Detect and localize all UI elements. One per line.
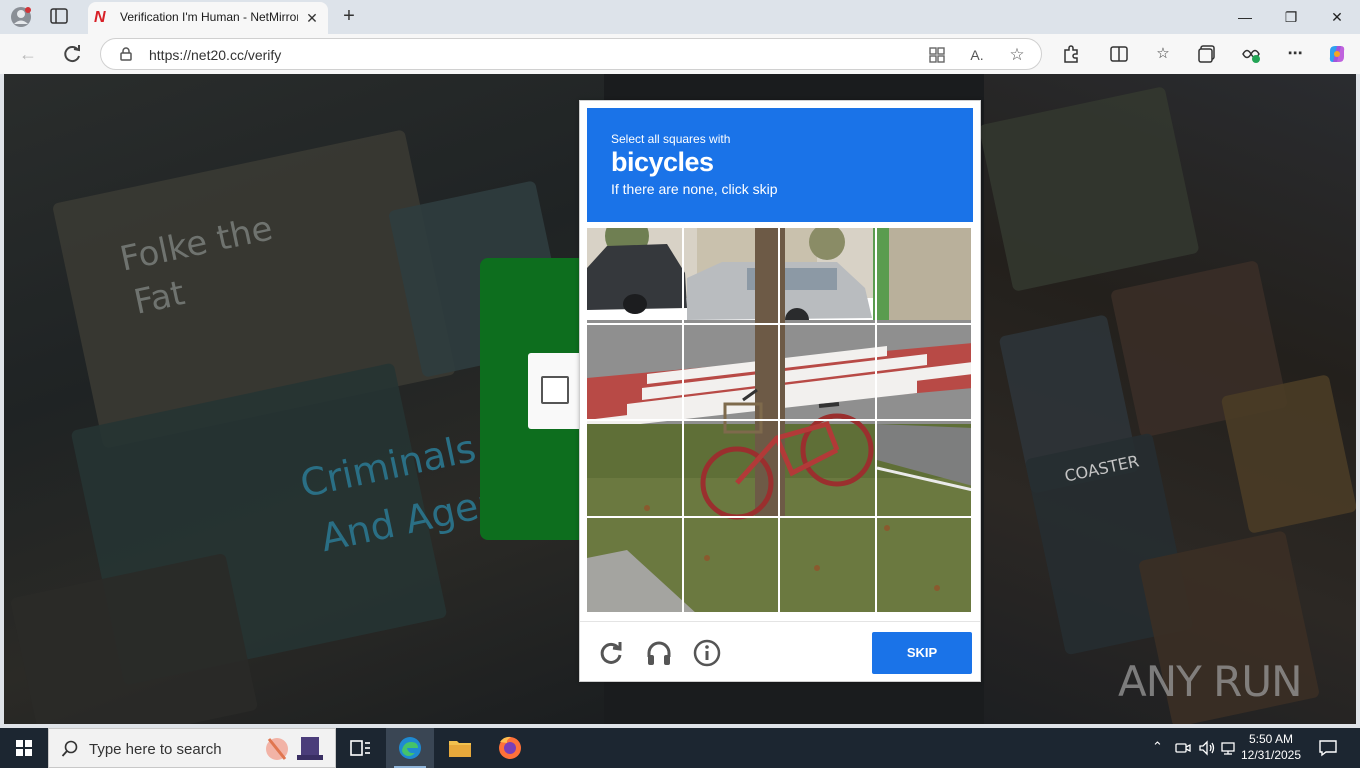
- edge-taskbar-app[interactable]: [386, 728, 434, 768]
- active-tab[interactable]: N Verification I'm Human - NetMirror ✕: [88, 2, 328, 34]
- show-hidden-icons-chevron-icon[interactable]: ⌃: [1152, 739, 1163, 755]
- captcha-footer: SKIP: [580, 621, 980, 681]
- taskbar: Type here to search ⌃ 5:50 AM 12/31/2025: [0, 728, 1360, 768]
- search-highlight-icon: [266, 737, 323, 760]
- captcha-header: Select all squares with bicycles If ther…: [587, 108, 973, 222]
- tab-strip: N Verification I'm Human - NetMirror ✕ +…: [0, 0, 1360, 34]
- captcha-tile[interactable]: [780, 324, 877, 421]
- captcha-tile[interactable]: [876, 421, 973, 518]
- edge-icon: [399, 737, 421, 759]
- captcha-tile[interactable]: [780, 517, 877, 614]
- url-text[interactable]: https://net20.cc/verify: [149, 47, 281, 63]
- extensions-icon[interactable]: [1060, 43, 1082, 65]
- browser-toolbar: ← https://net20.cc/verify A. ☆ ☆ ⋯: [0, 34, 1360, 74]
- settings-more-icon[interactable]: ⋯: [1284, 43, 1306, 65]
- captcha-tile[interactable]: [876, 228, 973, 325]
- minimize-button[interactable]: —: [1222, 0, 1268, 34]
- tab-title: Verification I'm Human - NetMirror: [120, 10, 298, 24]
- notifications-icon[interactable]: [1318, 739, 1338, 757]
- copilot-icon[interactable]: [1326, 43, 1348, 65]
- captcha-challenge: Select all squares with bicycles If ther…: [579, 100, 981, 682]
- new-tab-button[interactable]: +: [338, 5, 360, 27]
- meet-now-icon[interactable]: [1175, 740, 1191, 756]
- captcha-tile[interactable]: [683, 421, 780, 518]
- file-explorer-icon[interactable]: [436, 728, 484, 768]
- split-screen-icon[interactable]: [1108, 43, 1130, 65]
- favorites-icon[interactable]: ☆: [1152, 43, 1174, 65]
- captcha-tile[interactable]: [876, 517, 973, 614]
- back-arrow-icon[interactable]: ←: [16, 42, 40, 66]
- captcha-tile[interactable]: [780, 228, 877, 325]
- search-placeholder: Type here to search: [89, 741, 222, 758]
- im-not-robot-checkbox[interactable]: [541, 376, 569, 404]
- refresh-icon[interactable]: [60, 42, 84, 66]
- headphones-icon[interactable]: [644, 638, 674, 668]
- anyrun-watermark: ANY RUN: [1118, 657, 1302, 717]
- captcha-tile[interactable]: [876, 324, 973, 421]
- browser-essentials-icon[interactable]: [1240, 43, 1262, 65]
- read-aloud-icon[interactable]: A.: [967, 45, 987, 65]
- network-icon[interactable]: [1220, 740, 1236, 756]
- captcha-tile[interactable]: [683, 228, 780, 325]
- firefox-icon[interactable]: [486, 728, 534, 768]
- taskbar-search-box[interactable]: Type here to search: [48, 728, 336, 768]
- app-available-icon[interactable]: [927, 45, 947, 65]
- restore-button[interactable]: ❐: [1268, 0, 1314, 34]
- profile-avatar-icon[interactable]: [10, 6, 32, 28]
- captcha-keyword: bicycles: [611, 147, 714, 177]
- address-bar[interactable]: https://net20.cc/verify A. ☆: [100, 38, 1042, 70]
- captcha-instruction: Select all squares with: [611, 132, 731, 146]
- lock-icon[interactable]: [119, 47, 133, 61]
- tab-close-icon[interactable]: ✕: [302, 8, 322, 28]
- captcha-tile[interactable]: [587, 228, 684, 325]
- tab-actions-icon[interactable]: [50, 8, 68, 24]
- skip-button[interactable]: SKIP: [872, 632, 972, 674]
- close-window-button[interactable]: ✕: [1314, 0, 1360, 34]
- captcha-tile[interactable]: [587, 421, 684, 518]
- volume-icon[interactable]: [1198, 740, 1216, 756]
- captcha-hint: If there are none, click skip: [611, 181, 778, 197]
- info-icon[interactable]: [692, 638, 722, 668]
- page-viewport: Folke the Fat Criminals And Agents COAST…: [4, 74, 1356, 724]
- captcha-tile[interactable]: [587, 324, 684, 421]
- task-view-icon[interactable]: [336, 728, 384, 768]
- windows-start-icon[interactable]: [0, 728, 48, 768]
- reload-icon[interactable]: [596, 638, 626, 668]
- captcha-tile[interactable]: [683, 324, 780, 421]
- watermark-text: ANY RUN: [1118, 657, 1302, 706]
- captcha-tile[interactable]: [780, 421, 877, 518]
- clock-date: 12/31/2025: [1240, 748, 1302, 762]
- system-clock[interactable]: 5:50 AM 12/31/2025: [1236, 731, 1306, 763]
- search-icon: [61, 740, 78, 757]
- captcha-tile[interactable]: [587, 517, 684, 614]
- clock-time: 5:50 AM: [1248, 732, 1294, 746]
- collections-icon[interactable]: [1196, 43, 1218, 65]
- favorite-star-icon[interactable]: ☆: [1007, 45, 1027, 65]
- netmirror-favicon-icon: N: [94, 9, 106, 26]
- captcha-image-grid: [587, 228, 973, 614]
- captcha-tile[interactable]: [683, 517, 780, 614]
